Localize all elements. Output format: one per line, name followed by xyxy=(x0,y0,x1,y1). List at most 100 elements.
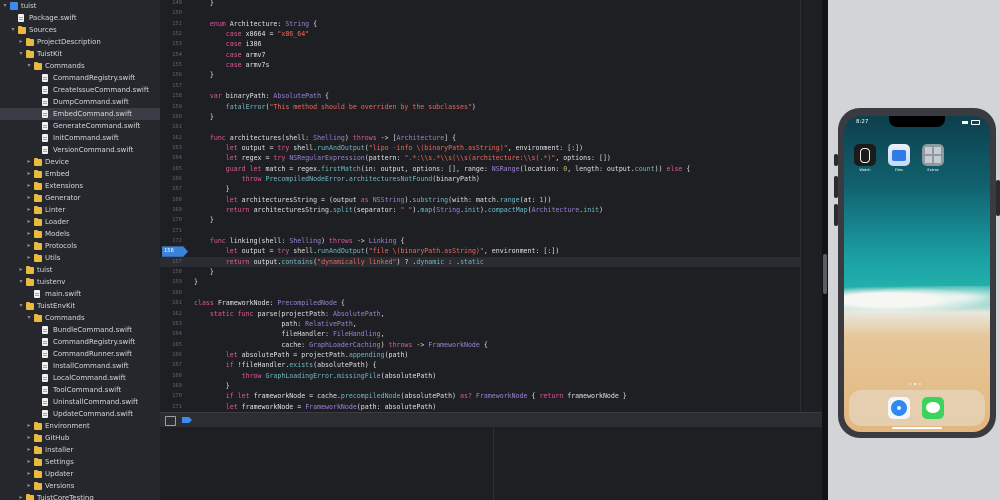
folder-item[interactable]: ▸ Protocols xyxy=(0,240,160,252)
folder-item[interactable]: ▸ Utils xyxy=(0,252,160,264)
disclosure-closed-icon[interactable]: ▸ xyxy=(17,264,25,276)
disclosure-closed-icon[interactable]: ▸ xyxy=(25,252,33,264)
folder-item[interactable]: ▸ TuistCoreTesting xyxy=(0,492,160,500)
disclosure-open-icon[interactable]: ▾ xyxy=(1,0,9,12)
file-item[interactable]: Package.swift xyxy=(0,12,160,24)
code-line[interactable]: 166 throw PrecompiledNodeError.architect… xyxy=(160,174,822,184)
code-line[interactable]: 163 let output = try shell.runAndOutput(… xyxy=(160,143,822,153)
code-line[interactable]: 156 } xyxy=(160,70,822,80)
folder-item[interactable]: ▾ Commands xyxy=(0,312,160,324)
line-number[interactable]: 149 xyxy=(160,0,182,8)
disclosure-closed-icon[interactable]: ▸ xyxy=(25,228,33,240)
line-number[interactable]: 168 xyxy=(160,371,182,381)
disclosure-closed-icon[interactable]: ▸ xyxy=(25,468,33,480)
disclosure-closed-icon[interactable]: ▸ xyxy=(25,180,33,192)
code-line[interactable]: 161 class FrameworkNode: PrecompiledNode … xyxy=(160,298,822,308)
code-line[interactable]: 167 } xyxy=(160,184,822,194)
code-line[interactable]: 161 xyxy=(160,122,822,132)
variables-view[interactable] xyxy=(160,427,494,500)
file-item[interactable]: BundleCommand.swift xyxy=(0,324,160,336)
hide-debug-area-icon[interactable] xyxy=(165,416,176,426)
disclosure-closed-icon[interactable]: ▸ xyxy=(17,492,25,500)
code-line[interactable]: 156 let output = try shell.runAndOutput(… xyxy=(160,246,822,257)
line-number[interactable]: 160 xyxy=(160,112,182,122)
code-line[interactable]: 165 guard let match = regex.firstMatch(i… xyxy=(160,164,822,174)
disclosure-closed-icon[interactable]: ▸ xyxy=(25,480,33,492)
folder-item[interactable]: ▸ GitHub xyxy=(0,432,160,444)
line-number[interactable]: 169 xyxy=(160,205,182,215)
editor-scrollbar[interactable] xyxy=(800,0,823,412)
line-number[interactable]: 171 xyxy=(160,226,182,236)
line-number[interactable]: 166 xyxy=(160,174,182,184)
code-line[interactable]: 162 static func parse(projectPath: Absol… xyxy=(160,309,822,319)
folder-item[interactable]: ▾ Commands xyxy=(0,60,160,72)
folder-item[interactable]: ▸ Updater xyxy=(0,468,160,480)
safari-app-icon[interactable] xyxy=(888,397,910,419)
extras-folder-icon[interactable] xyxy=(922,144,944,166)
code-line[interactable]: 160 xyxy=(160,288,822,298)
code-line[interactable]: 167 if !fileHandler.exists(absolutePath)… xyxy=(160,360,822,370)
disclosure-closed-icon[interactable]: ▸ xyxy=(25,444,33,456)
folder-item[interactable]: ▸ Generator xyxy=(0,192,160,204)
breakpoint-marker[interactable]: 156 xyxy=(162,246,188,257)
line-number[interactable]: 172 xyxy=(160,236,182,246)
code-line[interactable]: 171 xyxy=(160,226,822,236)
line-number[interactable]: 162 xyxy=(160,309,182,319)
code-line[interactable]: 170 if let frameworkNode = cache.precomp… xyxy=(160,391,822,401)
folder-item[interactable]: ▸ Loader xyxy=(0,216,160,228)
disclosure-closed-icon[interactable]: ▸ xyxy=(25,240,33,252)
file-item[interactable]: EmbedCommand.swift xyxy=(0,108,160,120)
code-line[interactable]: 159 fatalError("This method should be ov… xyxy=(160,102,822,112)
line-number[interactable]: 167 xyxy=(160,184,182,194)
code-line[interactable]: 164 let regex = try NSRegularExpression(… xyxy=(160,153,822,163)
file-item[interactable]: LocalCommand.swift xyxy=(0,372,160,384)
code-line[interactable]: 164 fileHandler: FileHandling, xyxy=(160,329,822,339)
file-item[interactable]: main.swift xyxy=(0,288,160,300)
page-indicator[interactable] xyxy=(907,383,927,386)
source-editor[interactable]: 149 } 150 151 enum Architecture: String {1… xyxy=(160,0,822,412)
files-app-icon[interactable] xyxy=(888,144,910,166)
disclosure-closed-icon[interactable]: ▸ xyxy=(25,456,33,468)
code-line[interactable]: 168 throw GraphLoadingError.missingFile(… xyxy=(160,371,822,381)
disclosure-closed-icon[interactable]: ▸ xyxy=(25,432,33,444)
disclosure-open-icon[interactable]: ▾ xyxy=(25,60,33,72)
file-item[interactable]: InitCommand.swift xyxy=(0,132,160,144)
folder-item[interactable]: ▸ Linter xyxy=(0,204,160,216)
folder-item[interactable]: ▸ Device xyxy=(0,156,160,168)
messages-app-icon[interactable] xyxy=(922,397,944,419)
console-view[interactable] xyxy=(494,427,822,500)
line-number[interactable]: 159 xyxy=(160,277,182,287)
iphone-home-screen[interactable]: 8:27 Watch Files Extras xyxy=(844,116,990,432)
line-number[interactable]: 166 xyxy=(160,350,182,360)
folder-item[interactable]: ▾ TuistKit xyxy=(0,48,160,60)
code-line[interactable]: 151 enum Architecture: String { xyxy=(160,19,822,29)
home-indicator[interactable] xyxy=(892,427,942,429)
line-number[interactable]: 163 xyxy=(160,319,182,329)
code-line[interactable]: 155 case armv7s xyxy=(160,60,822,70)
line-number[interactable]: 170 xyxy=(160,215,182,225)
line-number[interactable]: 154 xyxy=(160,50,182,60)
code-line[interactable]: 169 } xyxy=(160,381,822,391)
line-number[interactable]: 163 xyxy=(160,143,182,153)
line-number[interactable]: 170 xyxy=(160,391,182,401)
line-number[interactable]: 157 xyxy=(160,257,182,267)
line-number[interactable]: 169 xyxy=(160,381,182,391)
watch-app-icon[interactable] xyxy=(854,144,876,166)
disclosure-open-icon[interactable]: ▾ xyxy=(9,24,17,36)
file-item[interactable]: UninstallCommand.swift xyxy=(0,396,160,408)
folder-item[interactable]: ▸ Environment xyxy=(0,420,160,432)
file-item[interactable]: UpdateCommand.swift xyxy=(0,408,160,420)
line-number[interactable]: 164 xyxy=(160,329,182,339)
file-item[interactable]: CreateIssueCommand.swift xyxy=(0,84,160,96)
folder-item[interactable]: ▸ Settings xyxy=(0,456,160,468)
disclosure-closed-icon[interactable]: ▸ xyxy=(25,216,33,228)
code-line[interactable]: 152 case x8664 = "x86_64" xyxy=(160,29,822,39)
line-number[interactable]: 152 xyxy=(160,29,182,39)
line-number[interactable]: 158 xyxy=(160,91,182,101)
line-number[interactable]: 153 xyxy=(160,39,182,49)
split-view-handle[interactable] xyxy=(823,254,827,294)
code-line[interactable]: 171 let frameworkNode = FrameworkNode(pa… xyxy=(160,402,822,412)
code-line[interactable]: 157 xyxy=(160,81,822,91)
code-line[interactable]: 172 func linking(shell: Shelling) throws… xyxy=(160,236,822,246)
code-line[interactable]: 169 return architecturesString.split(sep… xyxy=(160,205,822,215)
